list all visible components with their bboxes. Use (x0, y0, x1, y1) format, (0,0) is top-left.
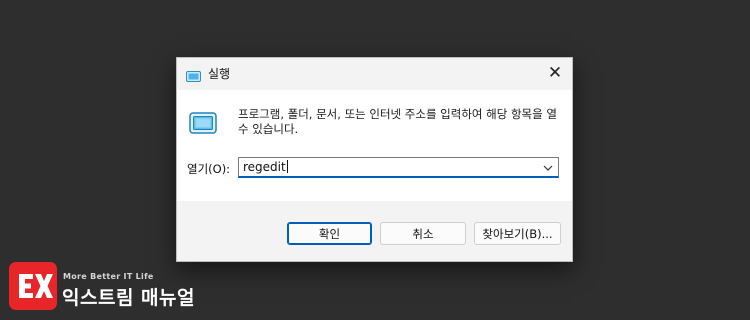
run-dialog: 실행 ✕ 프로그램, 폴더, 문서, 또는 인터넷 주소를 입력하여 해당 항목… (176, 57, 573, 262)
close-icon: ✕ (547, 63, 563, 83)
cancel-button[interactable]: 취소 (380, 222, 466, 245)
brand-tagline: More Better IT Life (63, 272, 154, 281)
ok-button[interactable]: 확인 (287, 222, 372, 245)
open-label: 열기(O): (187, 162, 231, 176)
run-app-icon (189, 112, 217, 134)
chevron-down-icon[interactable] (541, 160, 555, 174)
browse-button[interactable]: 찾아보기(B)... (474, 222, 561, 245)
open-input[interactable]: regedit (243, 160, 288, 174)
dialog-body: 프로그램, 폴더, 문서, 또는 인터넷 주소를 입력하여 해당 항목을 열 수… (177, 90, 572, 201)
dialog-title: 실행 (208, 67, 231, 81)
brand-name: 익스트림 매뉴얼 (62, 287, 195, 309)
dialog-footer: 확인 취소 찾아보기(B)... (177, 201, 572, 261)
brand-logo-icon (9, 262, 57, 310)
open-combobox[interactable]: regedit (238, 157, 559, 178)
run-app-icon (186, 67, 201, 82)
title-bar[interactable]: 실행 ✕ (177, 58, 572, 90)
dialog-description: 프로그램, 폴더, 문서, 또는 인터넷 주소를 입력하여 해당 항목을 열 수… (238, 107, 557, 136)
close-button[interactable]: ✕ (538, 58, 572, 88)
